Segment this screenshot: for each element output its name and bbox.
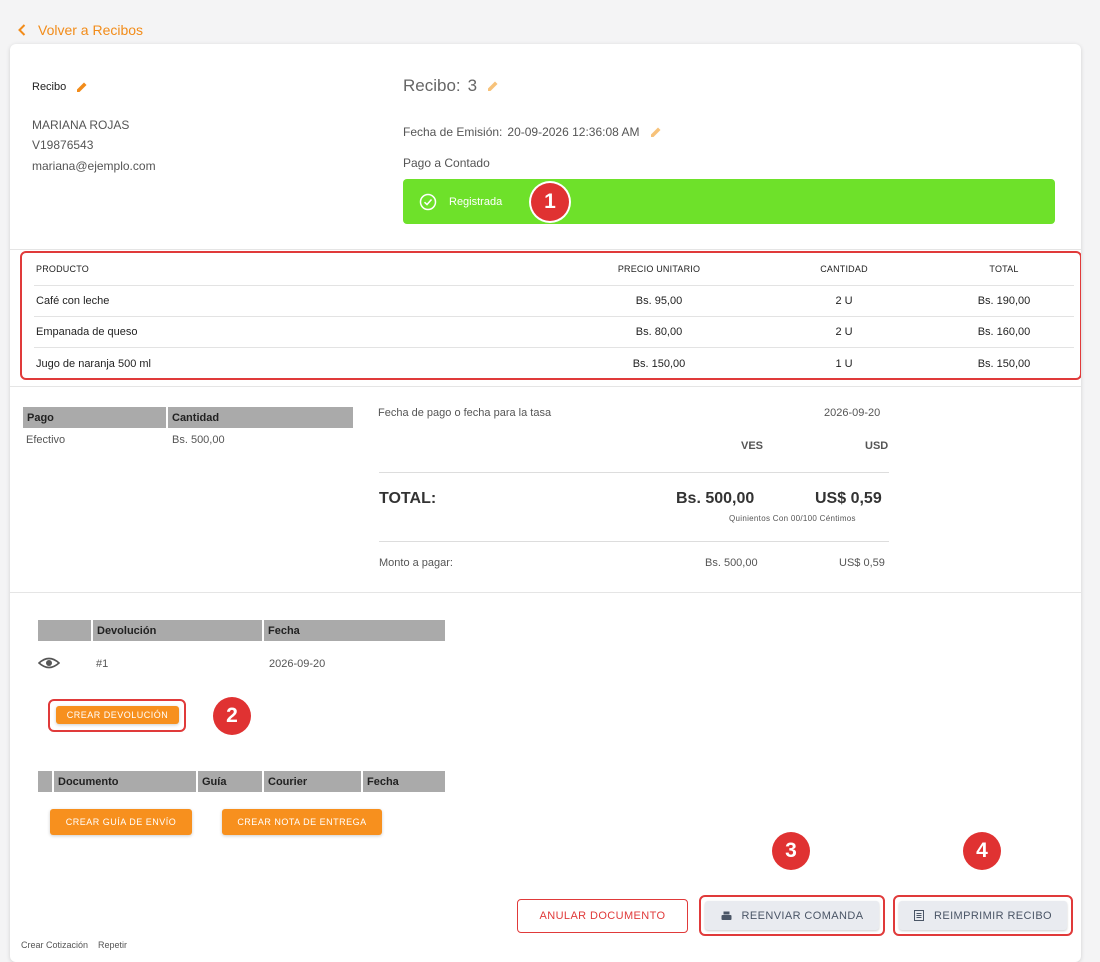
payment-type: Pago a Contado (403, 156, 490, 170)
line-total: Bs. 150,00 (977, 357, 1031, 370)
product-name: Jugo de naranja 500 ml (36, 357, 151, 370)
rate-date-label: Fecha de pago o fecha para la tasa (378, 407, 552, 419)
footer-links: Crear Cotización Repetir (21, 940, 137, 950)
returns-header-action (38, 620, 91, 641)
status-label: Registrada (449, 195, 503, 208)
edit-date-icon[interactable] (650, 126, 662, 138)
reprint-receipt-button[interactable]: REIMPRIMIR RECIBO (899, 901, 1067, 930)
repeat-link[interactable]: Repetir (98, 940, 127, 950)
receipt-title-label: Recibo: (403, 76, 461, 95)
issue-date-value: 20-09-2026 12:36:08 AM (507, 125, 640, 139)
line-total: Bs. 190,00 (977, 295, 1031, 307)
eye-icon[interactable] (38, 656, 60, 670)
back-link-label: Volver a Recibos (38, 22, 144, 38)
receipt-icon (913, 910, 924, 921)
payments-header-method: Pago (23, 407, 166, 428)
col-header-quantity: CANTIDAD (820, 263, 868, 274)
unit-price: Bs. 150,00 (632, 357, 686, 370)
annotation-badge-4: 4 (963, 832, 1001, 870)
quantity: 2 U (835, 326, 853, 338)
printer-icon (721, 911, 732, 920)
shipping-header-date: Fecha (363, 771, 445, 792)
currency-ves-header: VES (741, 440, 764, 452)
total-in-words: Quinientos Con 00/100 Céntimos (729, 514, 856, 523)
check-circle-icon (419, 193, 437, 210)
shipping-header-guide: Guía (198, 771, 262, 792)
payment-method: Efectivo (26, 434, 66, 446)
shipping-header-document: Documento (54, 771, 196, 792)
unit-price: Bs. 95,00 (635, 295, 683, 307)
quantity: 2 U (835, 295, 853, 307)
edit-number-icon[interactable] (487, 80, 499, 92)
product-name: Café con leche (36, 295, 110, 307)
line-total: Bs. 160,00 (977, 326, 1031, 338)
returns-header-return: Devolución (93, 620, 262, 641)
customer-section-label: Recibo (32, 81, 67, 93)
currency-usd-header: USD (865, 440, 889, 452)
create-quote-link[interactable]: Crear Cotización (21, 940, 88, 950)
create-shipping-guide-button[interactable]: CREAR GUÍA DE ENVÍO (50, 809, 192, 835)
divider (10, 592, 1081, 593)
shipping-header-action (38, 771, 52, 792)
reprint-receipt-label: REIMPRIMIR RECIBO (933, 909, 1053, 922)
customer-email: mariana@ejemplo.com (32, 159, 156, 173)
status-banner: Registrada (403, 179, 1055, 224)
resend-order-label: REENVIAR COMANDA (741, 909, 864, 922)
return-date: 2026-09-20 (269, 658, 326, 670)
customer-section-title: Recibo (32, 81, 88, 93)
customer-id: V19876543 (32, 138, 94, 152)
create-return-button[interactable]: CREAR DEVOLUCIÓN (56, 706, 179, 724)
amount-due-label: Monto a pagar: (379, 557, 453, 569)
table-row: Jugo de naranja 500 ml Bs. 150,00 1 U Bs… (34, 348, 1074, 379)
annotation-badge-1: 1 (531, 183, 569, 221)
amount-due-usd: US$ 0,59 (839, 557, 885, 569)
col-header-total: TOTAL (989, 263, 1019, 274)
create-delivery-note-button[interactable]: CREAR NOTA DE ENTREGA (222, 809, 382, 835)
annotation-badge-3: 3 (772, 832, 810, 870)
payment-amount: Bs. 500,00 (172, 434, 225, 446)
issue-date-label: Fecha de Emisión: (403, 125, 503, 139)
resend-order-button[interactable]: REENVIAR COMANDA (705, 901, 879, 930)
table-row: Empanada de queso Bs. 80,00 2 U Bs. 160,… (34, 317, 1074, 348)
divider (379, 472, 889, 473)
divider (10, 249, 1081, 250)
products-header-row: PRODUCTO PRECIO UNITARIO CANTIDAD TOTAL (34, 252, 1074, 286)
return-number: #1 (96, 658, 109, 670)
customer-name: MARIANA ROJAS (32, 118, 130, 132)
chevron-left-icon (18, 24, 26, 36)
table-row: Café con leche Bs. 95,00 2 U Bs. 190,00 (34, 286, 1074, 317)
shipping-header-courier: Courier (264, 771, 361, 792)
divider (10, 386, 1081, 387)
annotation-badge-2: 2 (213, 697, 251, 735)
products-table: PRODUCTO PRECIO UNITARIO CANTIDAD TOTAL … (34, 252, 1074, 379)
void-document-button[interactable]: ANULAR DOCUMENTO (517, 899, 688, 933)
unit-price: Bs. 80,00 (635, 326, 683, 338)
returns-header-date: Fecha (264, 620, 445, 641)
total-usd: US$ 0,59 (815, 490, 882, 507)
payments-header-amount: Cantidad (168, 407, 353, 428)
quantity: 1 U (835, 357, 853, 370)
divider (379, 541, 889, 542)
total-ves: Bs. 500,00 (676, 490, 755, 507)
receipt-number: 3 (467, 76, 478, 95)
receipt-card: Recibo MARIANA ROJAS V19876543 mariana@e… (10, 44, 1081, 962)
col-header-product: PRODUCTO (36, 263, 89, 274)
amount-due-ves: Bs. 500,00 (705, 557, 758, 569)
rate-date-value: 2026-09-20 (824, 407, 881, 419)
receipt-title: Recibo: 3 (403, 76, 499, 96)
col-header-unit-price: PRECIO UNITARIO (617, 263, 701, 274)
total-label: TOTAL: (379, 490, 437, 507)
product-name: Empanada de queso (36, 326, 138, 338)
issue-date: Fecha de Emisión: 20-09-2026 12:36:08 AM (403, 125, 662, 139)
edit-customer-icon[interactable] (76, 81, 88, 93)
back-link[interactable]: Volver a Recibos (18, 22, 143, 38)
